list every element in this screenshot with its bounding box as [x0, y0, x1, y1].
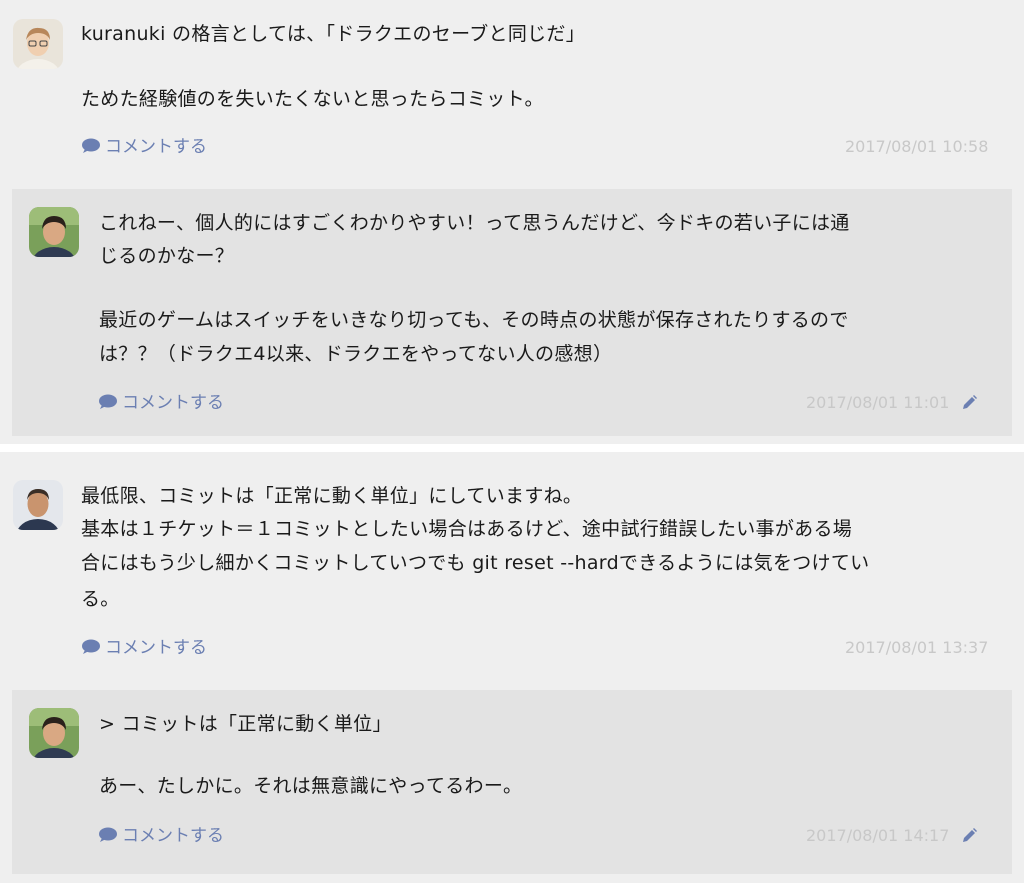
comment-2: 最低限、コミットは「正常に動く単位」にしていますね。 基本は１チケット＝１コミッ… [0, 452, 1024, 682]
comment-text-line: る。 [81, 588, 120, 610]
comment-1: kuranuki の格言としては、「ドラクエのセーブと同じだ」 ためた経験値のを… [0, 0, 1024, 180]
timestamp: 2017/08/01 10:58 [845, 137, 989, 156]
thread-separator [0, 444, 1024, 452]
reply-text-line: > コミットは「正常に動く単位」 [99, 713, 392, 735]
comment-text-line: ためた経験値のを失いたくないと思ったらコミット。 [81, 88, 544, 110]
avatar[interactable] [13, 19, 63, 69]
speech-bubble-icon [81, 639, 101, 661]
speech-bubble-icon [98, 394, 118, 416]
pencil-icon[interactable] [960, 394, 978, 412]
user-avatar-image [29, 207, 79, 257]
reply-text-line: は？？（ドラクエ4以来、ドラクエをやってない人の感想） [99, 343, 613, 365]
user-avatar-image [13, 480, 63, 530]
comment-button[interactable]: コメントする [98, 392, 224, 416]
pencil-icon[interactable] [960, 827, 978, 845]
comment-text-line: 合にはもう少し細かくコミットしていつでも git reset --hardできる… [81, 552, 870, 574]
comment-button[interactable]: コメントする [81, 637, 207, 661]
comment-button-label: コメントする [105, 638, 207, 658]
comment-text-line: 最低限、コミットは「正常に動く単位」にしていますね。 [81, 485, 583, 507]
comment-button-label: コメントする [105, 137, 207, 157]
user-avatar-image [13, 19, 63, 69]
comment-text-line: kuranuki の格言としては、「ドラクエのセーブと同じだ」 [81, 23, 586, 45]
comment-button[interactable]: コメントする [81, 136, 207, 160]
reply-text-line: じるのかなー？ [99, 245, 235, 267]
avatar[interactable] [29, 708, 79, 758]
comment-button[interactable]: コメントする [98, 825, 224, 849]
reply-text-line: 最近のゲームはスイッチをいきなり切っても、その時点の状態が保存されたりするので [99, 309, 849, 331]
speech-bubble-icon [98, 827, 118, 849]
avatar[interactable] [29, 207, 79, 257]
timestamp: 2017/08/01 11:01 [806, 393, 950, 412]
avatar[interactable] [13, 480, 63, 530]
comment-button-label: コメントする [122, 393, 224, 413]
reply-text-line: これねー、個人的にはすごくわかりやすい！って思うんだけど、今ドキの若い子には通 [99, 212, 850, 234]
comment-button-label: コメントする [122, 826, 224, 846]
reply-box: > コミットは「正常に動く単位」 あー、たしかに。それは無意識にやってるわー。 … [12, 690, 1012, 874]
timestamp: 2017/08/01 14:17 [806, 826, 950, 845]
comment-text-line: 基本は１チケット＝１コミットとしたい場合はあるけど、途中試行錯誤したい事がある場 [81, 518, 853, 540]
reply-text-line: あー、たしかに。それは無意識にやってるわー。 [99, 775, 523, 797]
user-avatar-image [29, 708, 79, 758]
speech-bubble-icon [81, 138, 101, 160]
timestamp: 2017/08/01 13:37 [845, 638, 989, 657]
reply-box: これねー、個人的にはすごくわかりやすい！って思うんだけど、今ドキの若い子には通 … [12, 189, 1012, 436]
